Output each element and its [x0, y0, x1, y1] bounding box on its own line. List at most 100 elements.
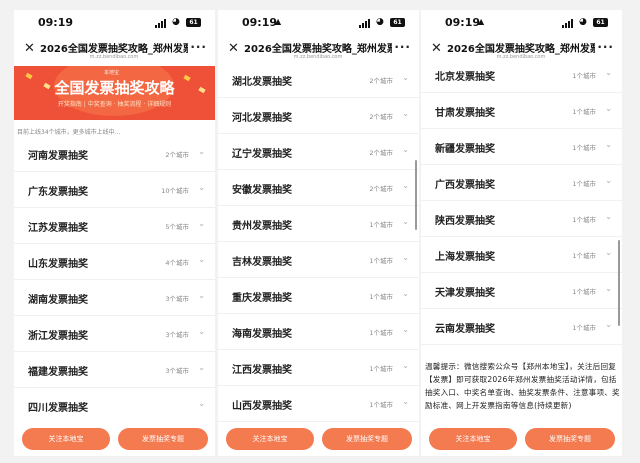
chevron-down-icon: ⌄ — [402, 109, 409, 118]
list-item[interactable]: 天津发票抽奖 1个城市 ⌄ — [421, 273, 622, 309]
close-icon[interactable]: ✕ — [24, 42, 35, 56]
chevron-down-icon: ⌄ — [402, 361, 409, 370]
more-icon[interactable]: ··· — [190, 40, 207, 54]
list-item-title: 北京发票抽奖 — [435, 72, 495, 83]
list-item-title: 江西发票抽奖 — [232, 365, 292, 376]
signal-icon — [571, 19, 573, 28]
chevron-down-icon: ⌄ — [605, 212, 612, 221]
list-item[interactable]: 湖北发票抽奖 2个城市 ⌄ — [218, 62, 419, 98]
list-item[interactable]: 广西发票抽奖 1个城市 ⌄ — [421, 165, 622, 201]
battery-icon: 61 — [186, 18, 201, 27]
follow-button[interactable]: 关注本地宝 — [429, 428, 517, 450]
list-item[interactable]: 山西发票抽奖 1个城市 ⌄ — [218, 386, 419, 422]
scrollbar[interactable] — [618, 240, 620, 326]
status-time: 09:19 — [38, 16, 74, 29]
banner-subtitle: 开奖指南 | 中奖查询 · 抽奖流程 · 详细规则 — [57, 101, 172, 108]
wifi-icon: ◕ — [579, 17, 587, 27]
list-item[interactable]: 云南发票抽奖 1个城市 ⌄ — [421, 309, 622, 345]
signal-icon — [562, 25, 564, 28]
notification-bell-icon: ▲ — [275, 17, 282, 26]
list-item[interactable]: 江西发票抽奖 1个城市 ⌄ — [218, 350, 419, 386]
chevron-down-icon: ⌄ — [198, 183, 205, 192]
status-icons: ◕ 61 — [155, 17, 201, 29]
list-item-title: 湖南发票抽奖 — [28, 295, 88, 306]
list-item-count: 2个城市 — [369, 113, 393, 121]
chevron-down-icon: ⌄ — [198, 255, 205, 264]
chevron-down-icon: ⌄ — [198, 219, 205, 228]
list-item[interactable]: 山东发票抽奖 4个城市 ⌄ — [14, 244, 215, 280]
list-item[interactable]: 湖南发票抽奖 3个城市 ⌄ — [14, 280, 215, 316]
topic-button[interactable]: 发票抽奖专题 — [322, 428, 412, 450]
list-item[interactable]: 陕西发票抽奖 1个城市 ⌄ — [421, 201, 622, 237]
chevron-down-icon: ⌄ — [402, 397, 409, 406]
signal-icon — [365, 21, 367, 28]
list-item[interactable]: 海南发票抽奖 1个城市 ⌄ — [218, 314, 419, 350]
more-icon[interactable]: ··· — [394, 40, 411, 54]
bottom-action-bar: 关注本地宝 发票抽奖专题 — [14, 422, 215, 456]
list-item-title: 江苏发票抽奖 — [28, 223, 88, 234]
list-item-count: 2个城市 — [369, 185, 393, 193]
list-item-title: 上海发票抽奖 — [435, 252, 495, 263]
list-item-count: 1个城市 — [572, 144, 596, 152]
list-item-title: 海南发票抽奖 — [232, 329, 292, 340]
list-item[interactable]: 甘肃发票抽奖 1个城市 ⌄ — [421, 93, 622, 129]
list-item-count: 1个城市 — [572, 324, 596, 332]
chevron-down-icon: ⌄ — [605, 140, 612, 149]
list-item-count: 1个城市 — [369, 257, 393, 265]
list-item-title: 安徽发票抽奖 — [232, 185, 292, 196]
list-item[interactable]: 安徽发票抽奖 2个城市 ⌄ — [218, 170, 419, 206]
chevron-down-icon: ⌄ — [198, 327, 205, 336]
signal-icon — [155, 25, 157, 28]
list-item-title: 河南发票抽奖 — [28, 151, 88, 162]
list-item-title: 广西发票抽奖 — [435, 180, 495, 191]
list-item-count: 2个城市 — [165, 151, 189, 159]
chevron-down-icon: ⌄ — [605, 320, 612, 329]
list-item[interactable]: 重庆发票抽奖 1个城市 ⌄ — [218, 278, 419, 314]
topic-button[interactable]: 发票抽奖专题 — [525, 428, 615, 450]
list-item[interactable]: 北京发票抽奖 1个城市 ⌄ — [421, 57, 622, 93]
wifi-icon: ◕ — [376, 17, 384, 27]
list-item[interactable]: 吉林发票抽奖 1个城市 ⌄ — [218, 242, 419, 278]
signal-icon — [568, 21, 570, 28]
signal-icon — [164, 19, 166, 28]
list-item-count: 3个城市 — [165, 367, 189, 375]
follow-button[interactable]: 关注本地宝 — [22, 428, 110, 450]
list-item[interactable]: 浙江发票抽奖 3个城市 ⌄ — [14, 316, 215, 352]
notification-bell-icon: ▲ — [478, 17, 485, 26]
list-item[interactable]: 上海发票抽奖 1个城市 ⌄ — [421, 237, 622, 273]
list-item-title: 福建发票抽奖 — [28, 367, 88, 378]
wifi-icon: ◕ — [172, 17, 180, 27]
list-item-title: 甘肃发票抽奖 — [435, 108, 495, 119]
scrollbar[interactable] — [415, 160, 417, 230]
list-item[interactable]: 河南发票抽奖 2个城市 ⌄ — [14, 136, 215, 172]
battery-icon: 61 — [593, 18, 608, 27]
chevron-down-icon: ⌄ — [402, 181, 409, 190]
list-item[interactable]: 四川发票抽奖 ⌄ — [14, 388, 215, 424]
list-item-count: 1个城市 — [572, 252, 596, 260]
list-item[interactable]: 福建发票抽奖 3个城市 ⌄ — [14, 352, 215, 388]
list-item-title: 云南发票抽奖 — [435, 324, 495, 335]
close-icon[interactable]: ✕ — [431, 42, 442, 56]
list-item-count: 3个城市 — [165, 331, 189, 339]
chevron-down-icon: ⌄ — [402, 325, 409, 334]
list-item-title: 天津发票抽奖 — [435, 288, 495, 299]
tip-text: 温馨提示：微信搜索公众号【郑州本地宝】，关注后回复【发票】即可获取2026年郑州… — [425, 362, 620, 410]
status-bar: 09:19 ▲ ◕ 61 — [421, 10, 622, 34]
follow-button[interactable]: 关注本地宝 — [226, 428, 314, 450]
list-item[interactable]: 江苏发票抽奖 5个城市 ⌄ — [14, 208, 215, 244]
list-item[interactable]: 河北发票抽奖 2个城市 ⌄ — [218, 98, 419, 134]
list-item[interactable]: 新疆发票抽奖 1个城市 ⌄ — [421, 129, 622, 165]
page-title: 2026全国发票抽奖攻略_郑州发票中奖 — [244, 44, 392, 55]
list-item[interactable]: 广东发票抽奖 10个城市 ⌄ — [14, 172, 215, 208]
title-bar: ✕ 2026全国发票抽奖攻略_郑州发票中奖 m.zz.bendibao.com … — [14, 36, 215, 66]
status-bar: 09:19 ▲ ◕ 61 — [218, 10, 419, 34]
signal-icon — [368, 19, 370, 28]
topic-button[interactable]: 发票抽奖专题 — [118, 428, 208, 450]
more-icon[interactable]: ··· — [597, 40, 614, 54]
chevron-down-icon: ⌄ — [402, 73, 409, 82]
list-item[interactable]: 贵州发票抽奖 1个城市 ⌄ — [218, 206, 419, 242]
close-icon[interactable]: ✕ — [228, 42, 239, 56]
list-item-title: 重庆发票抽奖 — [232, 293, 292, 304]
list-item[interactable]: 辽宁发票抽奖 2个城市 ⌄ — [218, 134, 419, 170]
chevron-down-icon: ⌄ — [605, 284, 612, 293]
